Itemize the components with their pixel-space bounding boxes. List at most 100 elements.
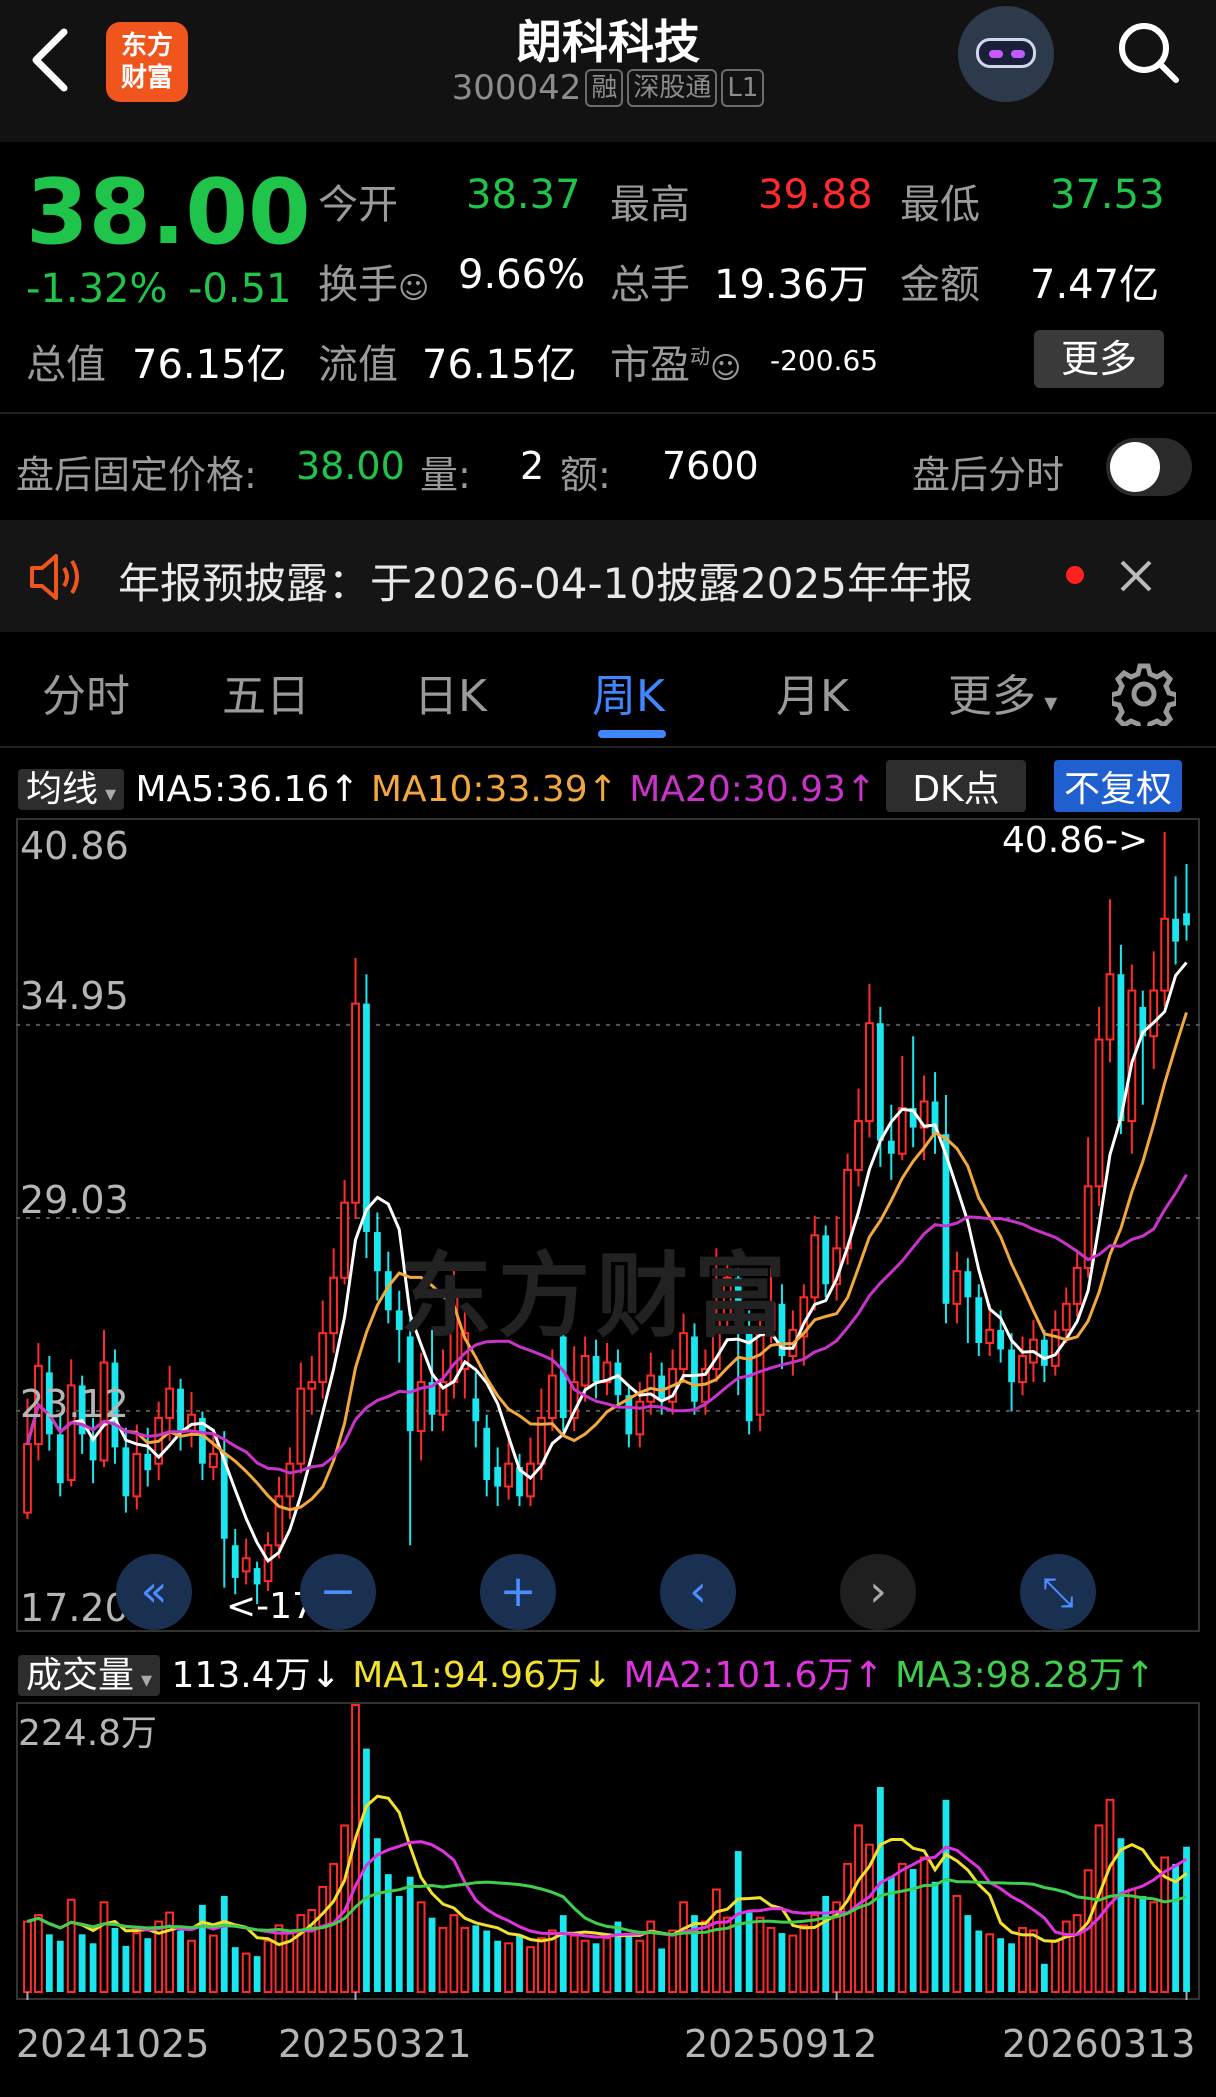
- notice-bar[interactable]: 年报预披露：于2026-04-10披露2025年年报: [0, 520, 1216, 632]
- volume-bar: [745, 1912, 753, 1992]
- volume-bar: [199, 1904, 206, 1992]
- after-hours-price: 38.00: [296, 444, 405, 488]
- adjust-type-button[interactable]: 不复权: [1054, 760, 1183, 812]
- candle-body: [296, 1387, 306, 1465]
- more-quote-button[interactable]: 更多: [1034, 330, 1164, 388]
- candle-body: [865, 1022, 874, 1123]
- notice-text: 年报预披露：于2026-04-10披露2025年年报: [118, 559, 973, 608]
- low-label: 最低: [900, 182, 980, 228]
- candle-body: [592, 1356, 600, 1383]
- volume-bar: [985, 1933, 995, 1993]
- volume-bar: [296, 1914, 306, 1993]
- candle-body: [1160, 917, 1170, 992]
- assistant-avatar[interactable]: [958, 6, 1054, 102]
- caret-down-icon: ▾: [134, 1668, 153, 1693]
- volume-bar: [1018, 1926, 1027, 1993]
- volume-bar: [504, 1942, 513, 1993]
- divider: [0, 746, 1216, 748]
- volume-bar: [658, 1948, 666, 1992]
- candle-body: [810, 1234, 820, 1299]
- zoom-out-button[interactable]: −: [300, 1554, 376, 1630]
- double-chevron-left-icon: «: [140, 1566, 168, 1617]
- move-right-button[interactable]: ›: [840, 1554, 916, 1630]
- candle-body: [964, 1271, 972, 1298]
- candle-body: [472, 1398, 480, 1422]
- volume-bar: [592, 1943, 600, 1992]
- active-tab-indicator: [598, 730, 666, 738]
- price-axis-label: 34.95: [20, 974, 129, 1018]
- x-date-label: 20241025: [16, 2022, 210, 2066]
- dk-point-button[interactable]: DK点: [886, 760, 1026, 812]
- close-icon[interactable]: [1116, 556, 1156, 596]
- candle-body: [494, 1466, 502, 1487]
- ma20-value: MA20:30.93↑: [629, 769, 877, 810]
- search-icon: [1119, 23, 1179, 83]
- tab-intraday[interactable]: 分时: [42, 660, 130, 724]
- chevron-right-icon: ›: [869, 1566, 887, 1617]
- settings-gear-icon[interactable]: [1112, 662, 1176, 726]
- candle-body: [1149, 989, 1159, 1038]
- candle-body: [231, 1545, 239, 1578]
- candle-body: [997, 1329, 1005, 1350]
- expand-icon: ⤡: [1042, 1570, 1074, 1616]
- open-label: 今开: [318, 182, 398, 228]
- zoom-in-button[interactable]: +: [480, 1554, 556, 1630]
- volume-bar: [1117, 1838, 1125, 1992]
- price-axis-label: 23.12: [20, 1382, 129, 1426]
- candle-body: [580, 1355, 590, 1387]
- volume-bar: [274, 1924, 284, 1993]
- candle-body: [351, 1002, 360, 1204]
- volume-bar: [66, 1898, 76, 1993]
- vol-ma2-value: MA2:101.6万↑: [623, 1655, 884, 1696]
- volume-bar: [329, 1862, 339, 1993]
- candle-body: [208, 1452, 218, 1468]
- search-button[interactable]: [1114, 12, 1184, 92]
- candle-body: [952, 1270, 962, 1305]
- pe-value: -200.65: [770, 344, 879, 377]
- candle-body: [876, 1023, 884, 1141]
- after-hours-toggle[interactable]: [1106, 438, 1192, 496]
- candle-body: [363, 1003, 370, 1233]
- volume-bar: [263, 1939, 273, 1994]
- volume-bar: [526, 1946, 535, 1993]
- after-hours-amt: 7600: [662, 444, 759, 488]
- volume-dropdown[interactable]: 成交量 ▾: [18, 1655, 161, 1696]
- tab-more[interactable]: 更多 ▾: [948, 660, 1057, 724]
- candle-body: [1105, 973, 1115, 1041]
- candle-body: [23, 1443, 32, 1514]
- mktcap-label: 总值: [26, 342, 106, 388]
- stock-code: 300042: [451, 68, 582, 108]
- volume-bar: [449, 1914, 459, 1993]
- volume-bar: [755, 1916, 765, 1994]
- volume-bar: [78, 1934, 86, 1992]
- turnover-label[interactable]: 换手☺: [318, 252, 429, 310]
- tab-monthly-k[interactable]: 月K: [776, 660, 849, 724]
- volume-bar: [99, 1901, 109, 1993]
- volume-bar: [144, 1938, 152, 1992]
- volume-indicator-line: 成交量 ▾ 113.4万↓ MA1:94.96万↓ MA2:101.6万↑ MA…: [18, 1646, 1155, 1698]
- volume-label: 总手: [610, 262, 690, 308]
- pe-label[interactable]: 市盈动☺: [610, 332, 741, 390]
- tab-five-day[interactable]: 五日: [222, 660, 310, 724]
- volume-chart[interactable]: [16, 1702, 1200, 2000]
- after-hours-amt-label: 额:: [560, 453, 611, 497]
- scroll-to-start-button[interactable]: «: [116, 1554, 192, 1630]
- candle-body: [985, 1328, 995, 1344]
- fullscreen-button[interactable]: ⤡: [1020, 1554, 1096, 1630]
- volume-bar: [1183, 1846, 1190, 1992]
- tab-daily-k[interactable]: 日K: [414, 660, 487, 724]
- ma-dropdown[interactable]: 均线 ▾: [18, 769, 125, 810]
- candle-body: [1072, 1266, 1082, 1305]
- volume-bar: [122, 1945, 130, 1992]
- candle-body: [132, 1452, 142, 1498]
- move-left-button[interactable]: ‹: [660, 1554, 736, 1630]
- float-label: 流值: [318, 342, 398, 388]
- tab-weekly-k[interactable]: 周K: [592, 660, 665, 724]
- volume-bar: [416, 1901, 426, 1993]
- candle-body: [1183, 913, 1190, 926]
- tag-margin: 融: [585, 69, 624, 107]
- volume-bar: [1127, 1888, 1137, 1993]
- volume-bar: [876, 1787, 884, 1992]
- candle-body: [177, 1388, 184, 1432]
- volume-bar: [494, 1940, 502, 1992]
